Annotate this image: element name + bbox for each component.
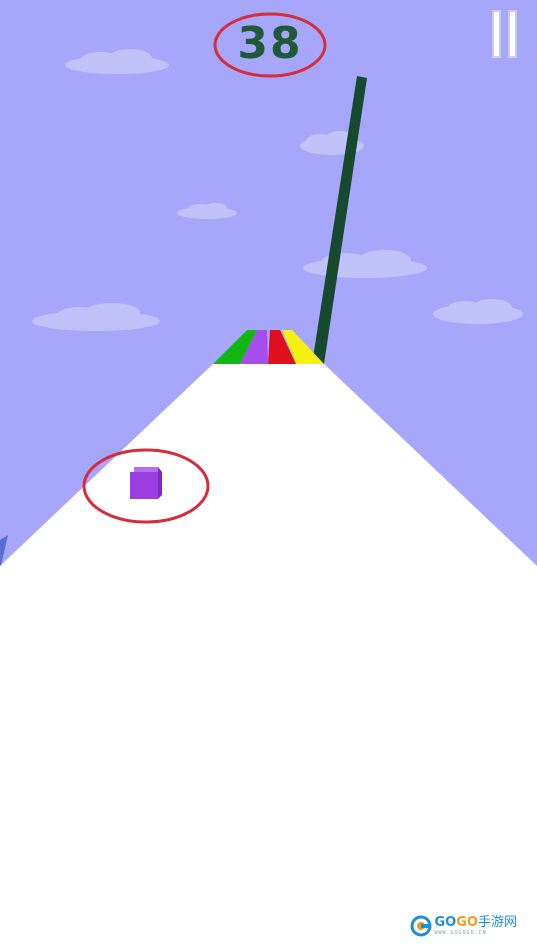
watermark-text: GOGO手游网 WWW.GOGOGO.CN: [434, 915, 517, 937]
watermark: GOGO手游网 WWW.GOGOGO.CN: [410, 915, 517, 937]
pause-bar-left: [492, 10, 501, 58]
gogo-logo-icon: [410, 915, 432, 937]
pause-bar-right: [508, 10, 517, 58]
score-counter: 38: [237, 18, 303, 69]
player-cube: [130, 467, 162, 499]
game-scene: [0, 0, 537, 949]
watermark-url: WWW.GOGOGO.CN: [434, 930, 487, 936]
game-screen[interactable]: 38 GOGO手游网 WWW.GOGOGO.CN: [0, 0, 537, 949]
pause-button[interactable]: [488, 10, 524, 60]
watermark-brand: GOGO手游网: [434, 915, 517, 930]
